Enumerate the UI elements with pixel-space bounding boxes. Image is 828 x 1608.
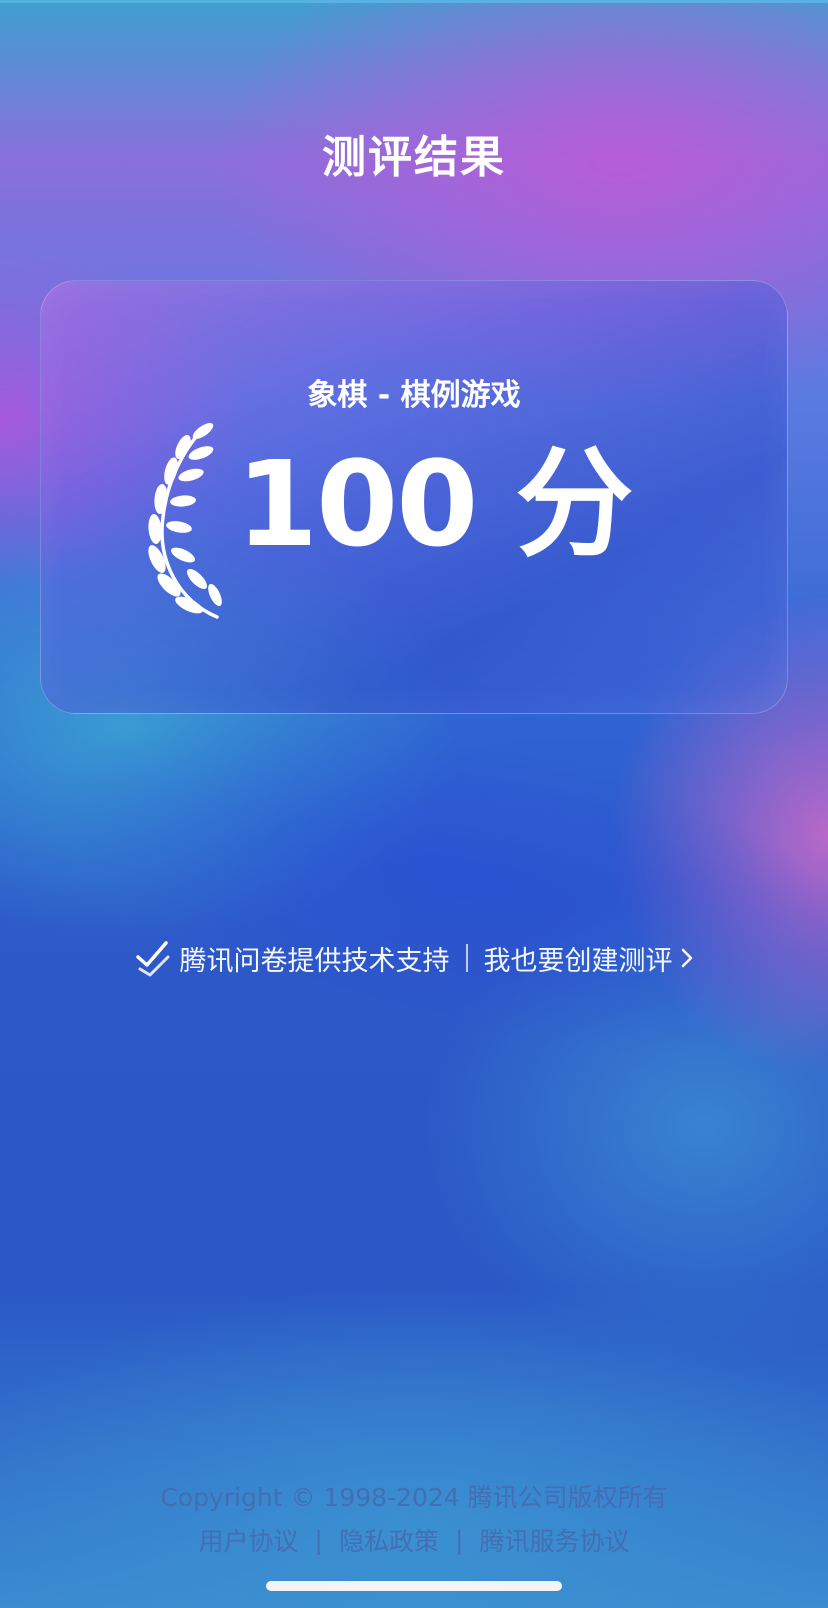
- laurel-icon: [148, 422, 222, 619]
- quiz-title: 象棋 - 棋例游戏: [307, 378, 521, 413]
- score-value: 100 分: [236, 435, 633, 573]
- home-indicator[interactable]: [266, 1581, 562, 1591]
- powered-by-text: 腾讯问卷提供技术支持: [179, 945, 450, 977]
- copyright-text: Copyright © 1998-2024 腾讯公司版权所有: [160, 1483, 668, 1512]
- powered-by-row: 腾讯问卷提供技术支持 我也要创建测评: [0, 936, 828, 980]
- create-quiz-link[interactable]: 我也要创建测评: [484, 939, 695, 978]
- user-agreement-link[interactable]: 用户协议: [199, 1522, 299, 1558]
- background: [0, 0, 828, 1608]
- create-quiz-link-label: 我也要创建测评: [483, 945, 673, 977]
- result-card: 象棋 - 棋例游戏 100 分: [40, 280, 788, 714]
- footer-separator: |: [455, 1525, 464, 1555]
- check-icon: [135, 941, 169, 977]
- service-agreement-link[interactable]: 腾讯服务协议: [479, 1522, 629, 1558]
- footer-separator: |: [314, 1525, 323, 1555]
- footer-links: 用户协议 | 隐私政策 | 腾讯服务协议: [0, 1522, 828, 1558]
- chevron-right-icon: [681, 948, 692, 968]
- privacy-policy-link[interactable]: 隐私政策: [339, 1522, 439, 1558]
- page-title: 测评结果: [322, 132, 506, 183]
- divider: [465, 944, 468, 972]
- top-edge-line: [0, 0, 828, 3]
